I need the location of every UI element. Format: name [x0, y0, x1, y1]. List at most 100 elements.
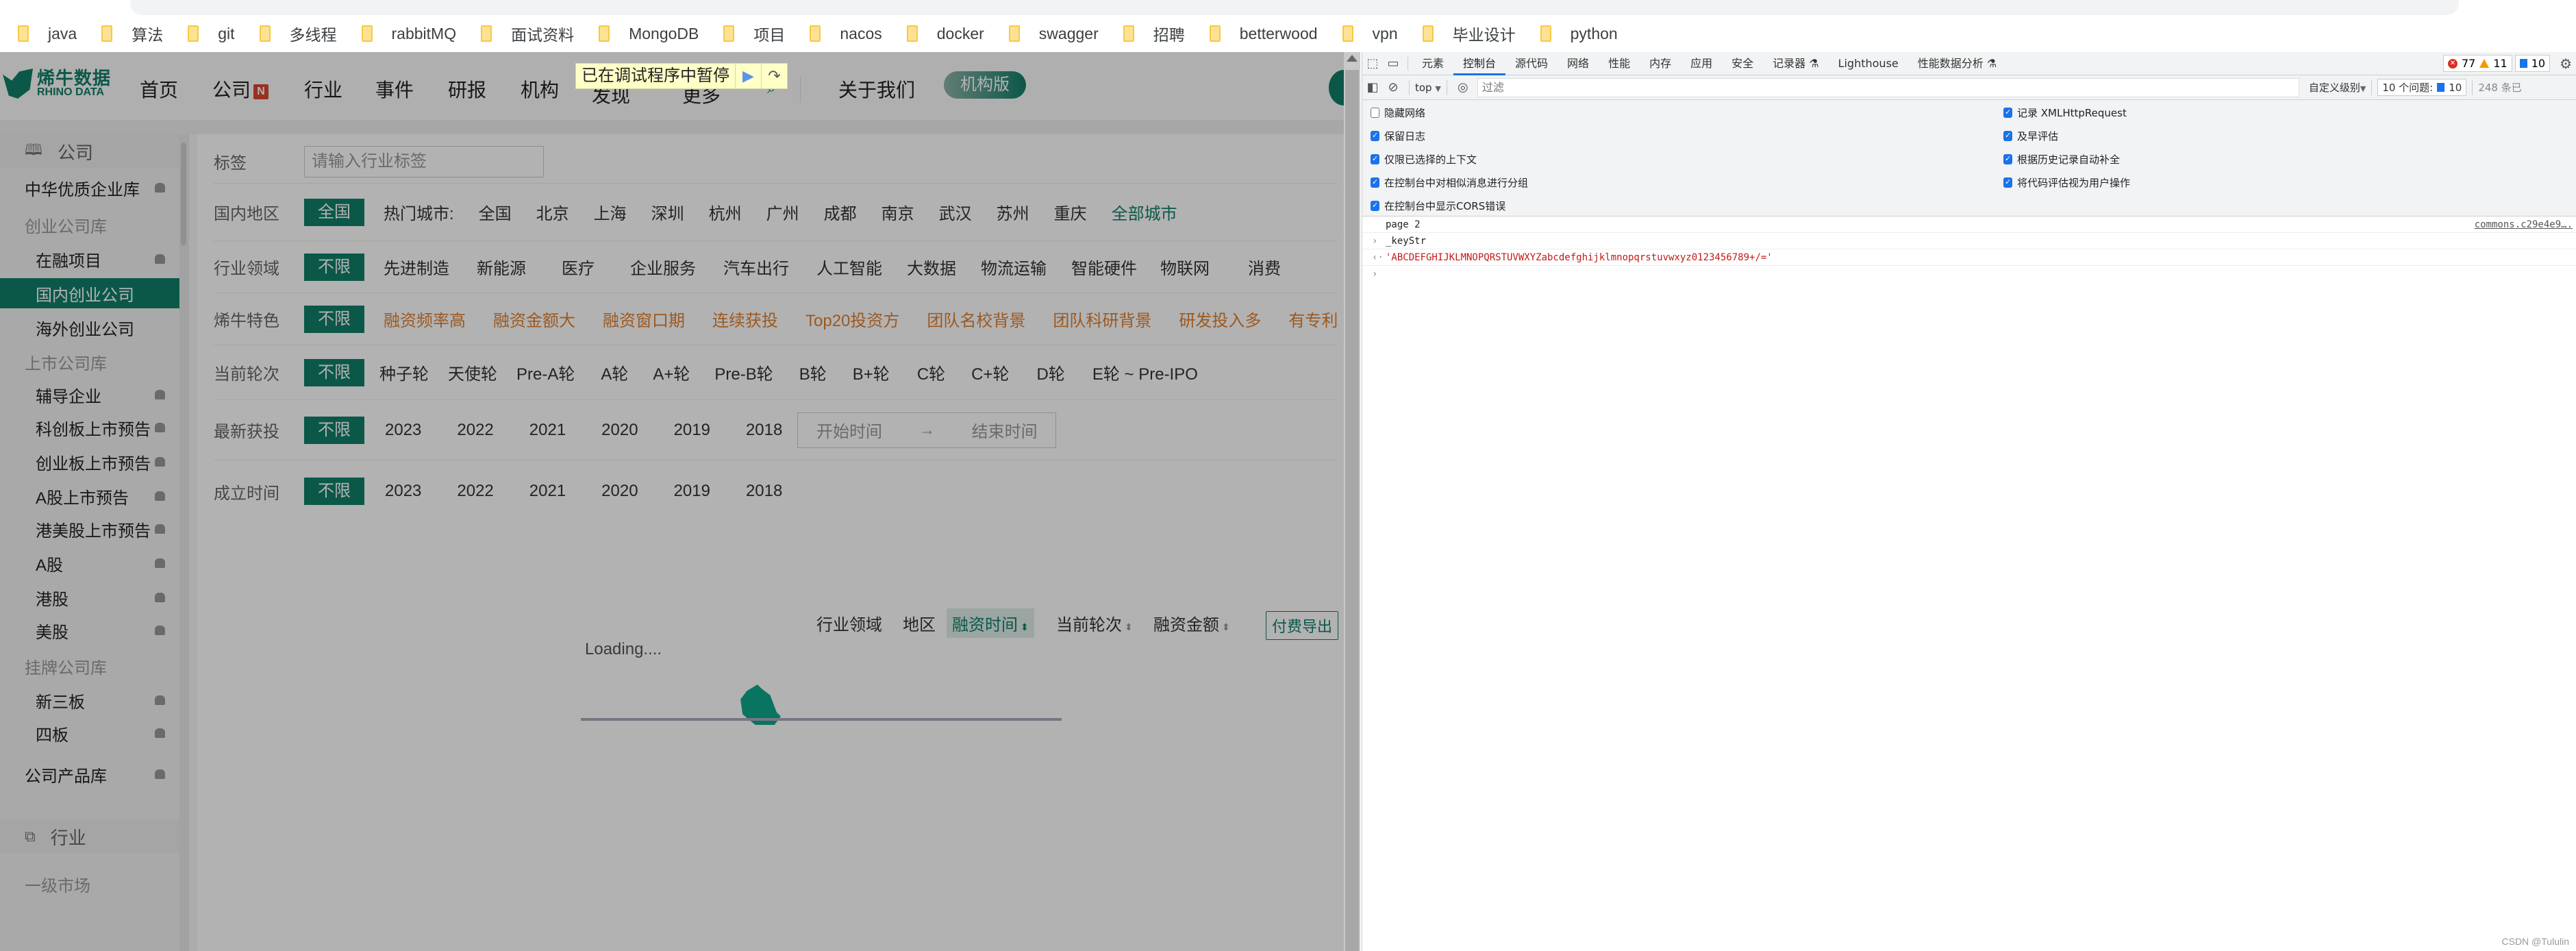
- filter-option[interactable]: 武汉: [939, 200, 972, 224]
- log-source-link[interactable]: commons.c29e4e9….: [2475, 217, 2573, 233]
- filter-option[interactable]: 研发投入多: [1179, 307, 1261, 331]
- sidebar-item[interactable]: 港股: [0, 582, 179, 613]
- filter-option[interactable]: 连续获投: [712, 307, 778, 331]
- filter-option[interactable]: Pre-A轮: [516, 360, 575, 384]
- sidebar-item[interactable]: 四板: [0, 718, 179, 748]
- sidebar-item[interactable]: A股: [0, 548, 179, 578]
- filter-option[interactable]: B+轮: [853, 360, 890, 384]
- bookmark-item[interactable]: java: [18, 25, 77, 43]
- start-date-input[interactable]: 开始时间: [816, 418, 882, 442]
- filter-option[interactable]: 天使轮: [448, 360, 497, 384]
- bookmark-item[interactable]: vpn: [1342, 25, 1398, 43]
- info-counts[interactable]: 10: [2514, 55, 2551, 72]
- address-bar[interactable]: [130, 0, 2459, 15]
- bookmark-item[interactable]: nacos: [810, 25, 882, 43]
- bookmark-item[interactable]: MongoDB: [599, 25, 699, 43]
- filter-option[interactable]: 智能硬件: [1071, 255, 1137, 279]
- sort-amount[interactable]: 融资金额 ⬍: [1153, 611, 1230, 635]
- sort-region[interactable]: 地区: [903, 611, 936, 635]
- filter-option[interactable]: 2022: [457, 421, 493, 440]
- filter-option[interactable]: 2018: [746, 421, 782, 440]
- sidebar-section-industry[interactable]: ⧉ 行业: [0, 819, 179, 854]
- filter-option[interactable]: 2019: [674, 482, 710, 501]
- console-setting-checkbox[interactable]: 保留日志: [1371, 129, 1425, 143]
- filter-option[interactable]: 大数据: [907, 255, 956, 279]
- bookmark-item[interactable]: docker: [906, 25, 984, 43]
- bookmark-item[interactable]: 算法: [101, 22, 163, 45]
- sidebar-item[interactable]: 美股: [0, 615, 179, 645]
- devtools-tab[interactable]: 应用: [1681, 52, 1722, 75]
- filter-option[interactable]: 2021: [529, 482, 566, 501]
- filter-option[interactable]: Pre-B轮: [714, 360, 773, 384]
- checkbox[interactable]: [1371, 177, 1379, 188]
- sidebar-toggle-icon[interactable]: ◧: [1362, 80, 1383, 95]
- devtools-tab[interactable]: Lighthouse: [1829, 52, 1908, 75]
- bookmark-item[interactable]: git: [188, 25, 235, 43]
- checkbox[interactable]: [1371, 201, 1379, 211]
- sidebar-section-company[interactable]: 🕮 公司: [0, 134, 179, 169]
- checkbox[interactable]: [2003, 154, 2012, 164]
- filter-option-selected[interactable]: 不限: [304, 305, 364, 333]
- console-setting-checkbox[interactable]: 将代码评估视为用户操作: [2003, 175, 2130, 190]
- logo[interactable]: 烯牛数据 RHINO DATA: [3, 69, 111, 99]
- devtools-tab[interactable]: 元素: [1412, 52, 1453, 75]
- filter-option[interactable]: 2019: [674, 421, 710, 440]
- filter-option-selected[interactable]: 全国: [304, 198, 364, 226]
- checkbox[interactable]: [1371, 108, 1379, 118]
- filter-option[interactable]: 北京: [536, 200, 569, 224]
- filter-option[interactable]: 2023: [385, 421, 421, 440]
- console-setting-checkbox[interactable]: 及早评估: [2003, 129, 2058, 143]
- console-setting-checkbox[interactable]: 在控制台中对相似消息进行分组: [1371, 175, 1528, 190]
- filter-option[interactable]: 杭州: [709, 200, 742, 224]
- settings-gear-icon[interactable]: ⚙: [2560, 55, 2572, 72]
- live-expression-eye-icon[interactable]: ◎: [1453, 80, 1473, 95]
- nav-industry[interactable]: 行业: [304, 75, 342, 103]
- date-range-picker[interactable]: 开始时间 → 结束时间: [797, 412, 1057, 448]
- sidebar-item[interactable]: 海外创业公司: [0, 312, 179, 343]
- filter-option-selected[interactable]: 不限: [304, 478, 364, 505]
- sidebar-item[interactable]: 新三板: [0, 685, 179, 715]
- filter-option[interactable]: 全国: [479, 200, 512, 224]
- step-over-icon[interactable]: ↷: [761, 64, 787, 88]
- filter-option[interactable]: 融资频率高: [384, 307, 466, 331]
- nav-events[interactable]: 事件: [375, 75, 414, 103]
- bookmark-item[interactable]: 招聘: [1123, 22, 1185, 45]
- filter-option-selected[interactable]: 不限: [304, 253, 364, 281]
- context-selector[interactable]: top ▼: [1415, 82, 1441, 94]
- devtools-tab[interactable]: 记录器 ⚗: [1763, 52, 1828, 75]
- org-edition-button[interactable]: 机构版: [944, 71, 1026, 99]
- devtools-tab[interactable]: 内存: [1640, 52, 1681, 75]
- scroll-up-arrow-icon[interactable]: [1347, 55, 1358, 62]
- filter-option[interactable]: 团队名校背景: [927, 307, 1025, 331]
- filter-option[interactable]: 融资金额大: [493, 307, 575, 331]
- console-setting-checkbox[interactable]: 隐藏网络: [1371, 106, 1425, 120]
- bookmark-item[interactable]: python: [1540, 25, 1618, 43]
- tag-input[interactable]: 请输入行业标签: [304, 145, 544, 177]
- bookmark-item[interactable]: 项目: [723, 22, 785, 45]
- filter-option[interactable]: 汽车出行: [723, 255, 789, 279]
- console-filter-input[interactable]: 过滤: [1477, 77, 2299, 97]
- sidebar-item[interactable]: 科创板上市预告: [0, 412, 179, 443]
- filter-option[interactable]: 重庆: [1054, 200, 1087, 224]
- checkbox[interactable]: [2003, 131, 2012, 141]
- issue-counts[interactable]: ✕ 77 11: [2442, 55, 2512, 72]
- filter-option[interactable]: 2023: [385, 482, 421, 501]
- filter-option[interactable]: A轮: [601, 360, 628, 384]
- sidebar-item[interactable]: 中华优质企业库: [0, 173, 179, 203]
- inspect-element-icon[interactable]: ⬚: [1362, 56, 1383, 71]
- user-avatar[interactable]: [1329, 70, 1344, 106]
- checkbox[interactable]: [2003, 108, 2012, 118]
- filter-option[interactable]: 成都: [824, 200, 857, 224]
- sidebar-item[interactable]: 港美股上市预告: [0, 514, 179, 544]
- filter-option[interactable]: 2020: [601, 421, 638, 440]
- bookmark-item[interactable]: 毕业设计: [1422, 22, 1516, 45]
- filter-option[interactable]: 苏州: [997, 200, 1029, 224]
- nav-about[interactable]: 关于我们: [838, 75, 915, 103]
- devtools-tab[interactable]: 源代码: [1505, 52, 1558, 75]
- filter-option[interactable]: A+轮: [653, 360, 690, 384]
- sidebar-item[interactable]: 在融项目: [0, 244, 179, 274]
- filter-option[interactable]: 广州: [766, 200, 799, 224]
- nav-company[interactable]: 公司 N: [212, 75, 269, 103]
- bookmark-item[interactable]: 面试资料: [481, 22, 574, 45]
- filter-option[interactable]: 上海: [594, 200, 627, 224]
